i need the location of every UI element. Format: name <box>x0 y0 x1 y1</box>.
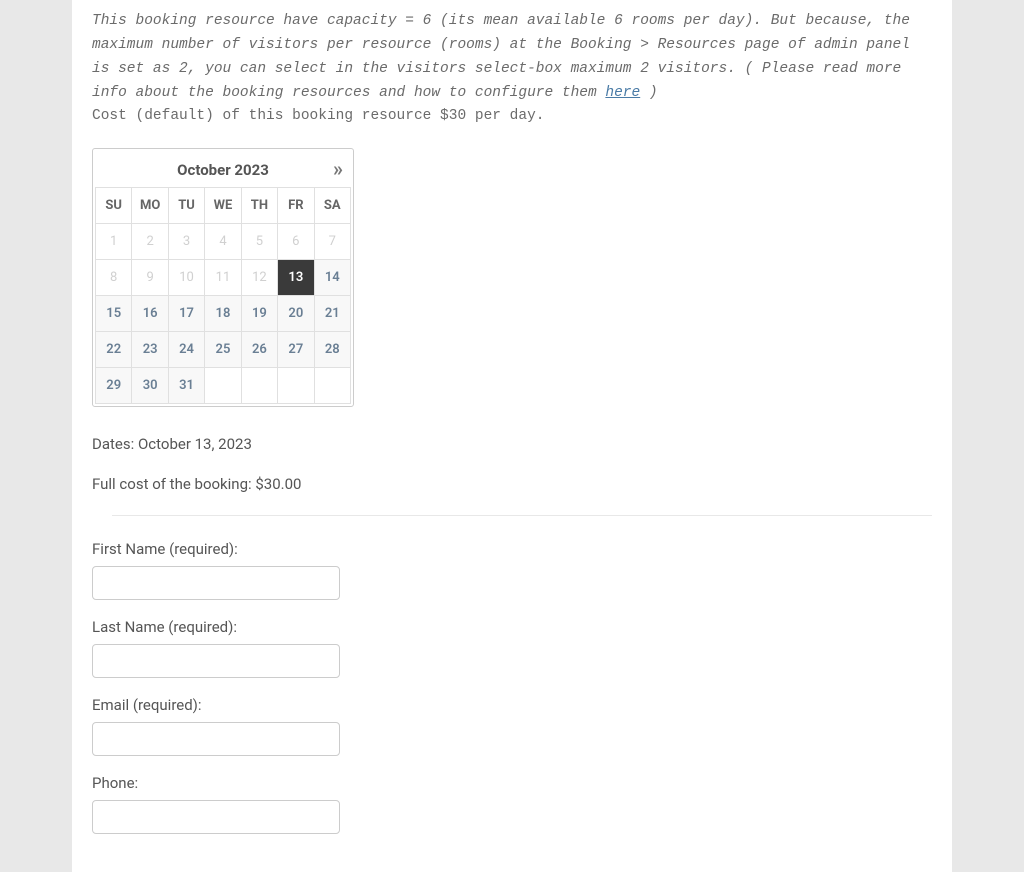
calendar-day[interactable]: 13 <box>278 259 314 295</box>
calendar-day: 4 <box>205 223 241 259</box>
calendar-day[interactable]: 22 <box>96 331 132 367</box>
calendar-day: 8 <box>96 259 132 295</box>
calendar-dow-row: SU MO TU WE TH FR SA <box>96 187 351 223</box>
last-name-label: Last Name (required): <box>92 618 932 636</box>
dow-th: TH <box>241 187 277 223</box>
calendar-day: 9 <box>132 259 168 295</box>
first-name-group: First Name (required): <box>92 540 932 600</box>
calendar-day[interactable]: 30 <box>132 367 168 403</box>
calendar-grid: SU MO TU WE TH FR SA 1234567891011121314… <box>95 187 351 404</box>
calendar-day <box>278 367 314 403</box>
calendar-day[interactable]: 24 <box>168 331 204 367</box>
first-name-input[interactable] <box>92 566 340 600</box>
calendar-header: October 2023 » <box>95 151 351 187</box>
selected-dates: Dates: October 13, 2023 <box>92 435 932 453</box>
calendar-week-row: 15161718192021 <box>96 295 351 331</box>
phone-input[interactable] <box>92 800 340 834</box>
calendar-day[interactable]: 20 <box>278 295 314 331</box>
config-link[interactable]: here <box>605 85 640 101</box>
calendar-day: 5 <box>241 223 277 259</box>
dow-we: WE <box>205 187 241 223</box>
calendar-day: 10 <box>168 259 204 295</box>
dow-tu: TU <box>168 187 204 223</box>
dow-sa: SA <box>314 187 350 223</box>
dow-su: SU <box>96 187 132 223</box>
booking-page: This booking resource have capacity = 6 … <box>72 0 952 872</box>
calendar-day[interactable]: 29 <box>96 367 132 403</box>
last-name-input[interactable] <box>92 644 340 678</box>
dow-fr: FR <box>278 187 314 223</box>
email-group: Email (required): <box>92 696 932 756</box>
full-cost: Full cost of the booking: $30.00 <box>92 475 932 493</box>
calendar-day <box>314 367 350 403</box>
cost-note: Cost (default) of this booking resource … <box>92 108 932 124</box>
calendar-day[interactable]: 28 <box>314 331 350 367</box>
calendar-day[interactable]: 26 <box>241 331 277 367</box>
calendar-day[interactable]: 27 <box>278 331 314 367</box>
calendar-title: October 2023 <box>177 161 269 179</box>
calendar-next-month-icon[interactable]: » <box>333 157 343 181</box>
calendar-day[interactable]: 15 <box>96 295 132 331</box>
calendar-day <box>205 367 241 403</box>
calendar-day[interactable]: 23 <box>132 331 168 367</box>
divider <box>112 515 932 516</box>
intro-text-after: ) <box>640 85 657 101</box>
calendar-day: 11 <box>205 259 241 295</box>
calendar-week-row: 293031 <box>96 367 351 403</box>
calendar-day[interactable]: 17 <box>168 295 204 331</box>
calendar-day: 6 <box>278 223 314 259</box>
email-input[interactable] <box>92 722 340 756</box>
first-name-label: First Name (required): <box>92 540 932 558</box>
calendar-day[interactable]: 18 <box>205 295 241 331</box>
last-name-group: Last Name (required): <box>92 618 932 678</box>
intro-text-before: This booking resource have capacity = 6 … <box>92 13 910 101</box>
calendar-widget: October 2023 » SU MO TU WE TH FR SA 1234… <box>92 148 354 407</box>
calendar-day[interactable]: 21 <box>314 295 350 331</box>
calendar-day[interactable]: 16 <box>132 295 168 331</box>
calendar-day <box>241 367 277 403</box>
calendar-day: 2 <box>132 223 168 259</box>
dow-mo: MO <box>132 187 168 223</box>
intro-note: This booking resource have capacity = 6 … <box>92 10 932 106</box>
calendar-day: 7 <box>314 223 350 259</box>
calendar-day: 12 <box>241 259 277 295</box>
calendar-day[interactable]: 31 <box>168 367 204 403</box>
calendar-week-row: 891011121314 <box>96 259 351 295</box>
calendar-week-row: 1234567 <box>96 223 351 259</box>
calendar-week-row: 22232425262728 <box>96 331 351 367</box>
calendar-day: 1 <box>96 223 132 259</box>
email-label: Email (required): <box>92 696 932 714</box>
calendar-day[interactable]: 19 <box>241 295 277 331</box>
calendar-day: 3 <box>168 223 204 259</box>
calendar-day[interactable]: 14 <box>314 259 350 295</box>
calendar-day[interactable]: 25 <box>205 331 241 367</box>
